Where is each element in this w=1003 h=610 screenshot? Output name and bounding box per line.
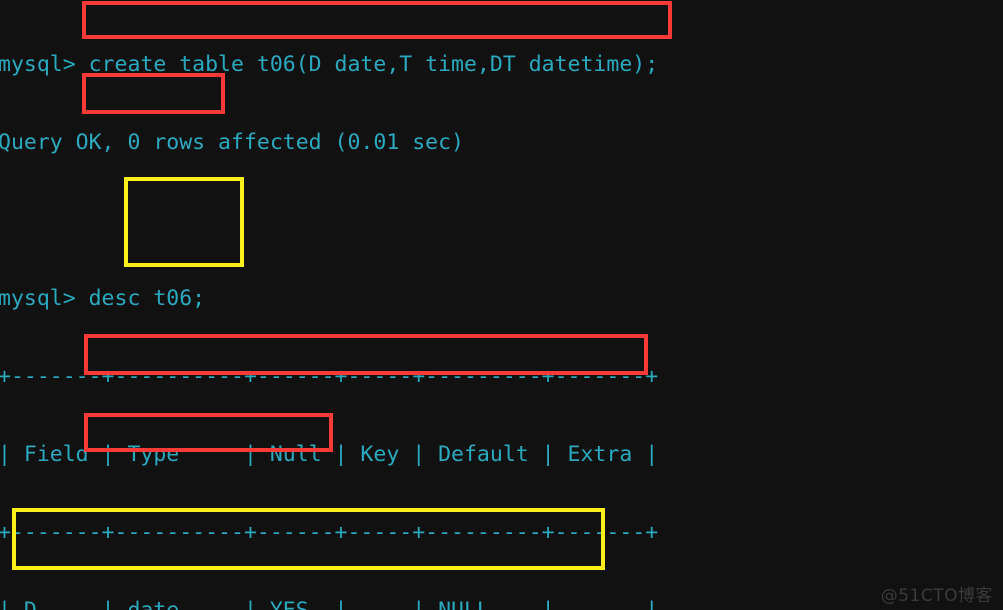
terminal-window: mysql> create table t06(D date,T time,DT…	[0, 0, 1003, 610]
terminal-output[interactable]: mysql> create table t06(D date,T time,DT…	[0, 0, 1003, 610]
terminal-line: | Field | Type | Null | Key | Default | …	[0, 442, 659, 467]
terminal-line: mysql> desc t06;	[0, 286, 206, 311]
terminal-line: Query OK, 0 rows affected (0.01 sec)	[0, 130, 464, 155]
terminal-line: +-------+----------+------+-----+-------…	[0, 364, 659, 389]
terminal-line: mysql> create table t06(D date,T time,DT…	[0, 52, 659, 77]
terminal-line: | D | date | YES | | NULL | |	[0, 598, 1003, 610]
terminal-line: +-------+----------+------+-----+-------…	[0, 520, 659, 545]
watermark: @51CTO博客	[880, 586, 993, 606]
